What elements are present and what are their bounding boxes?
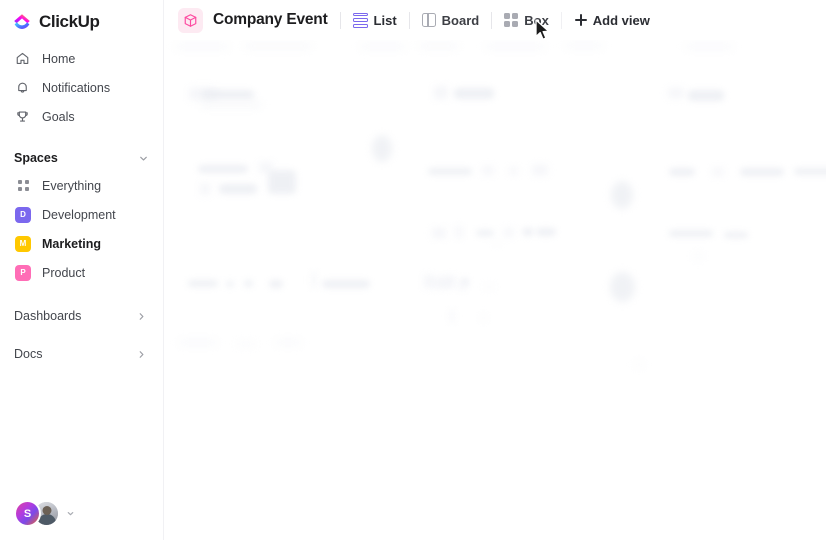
brand-name: ClickUp (39, 12, 100, 31)
sidebar-item-development[interactable]: D Development (0, 200, 163, 229)
page-title: Company Event (213, 11, 328, 28)
spaces-list: Everything D Development M Marketing P P… (0, 171, 163, 287)
blurred-content-placeholder (164, 40, 826, 540)
tab-label: List (373, 12, 397, 28)
sidebar-item-docs[interactable]: Docs (0, 339, 163, 369)
space-label: Product (42, 265, 86, 280)
tab-label: Box (524, 12, 549, 28)
tab-board[interactable]: Board (421, 8, 480, 33)
bell-icon (14, 80, 30, 96)
sidebar-item-notifications[interactable]: Notifications (0, 73, 163, 102)
board-columns-icon (421, 12, 436, 28)
tab-box[interactable]: Box (504, 8, 549, 33)
divider (339, 11, 341, 29)
space-badge-product: P (15, 264, 31, 281)
sidebar-item-label: Notifications (42, 80, 111, 95)
avatar-photo-head (42, 506, 51, 515)
space-label: Everything (42, 178, 102, 193)
grid-dots-icon (15, 178, 31, 194)
add-view-label: Add view (592, 12, 650, 28)
space-badge-marketing: M (15, 235, 31, 252)
sidebar-item-label: Home (42, 51, 76, 66)
home-icon (14, 51, 30, 67)
space-label: Marketing (42, 236, 102, 251)
tab-list[interactable]: List (352, 8, 397, 33)
list-rows-icon (352, 12, 368, 28)
main-area: Company Event List Board Box Add view (164, 0, 826, 540)
sidebar-item-goals[interactable]: Goals (0, 102, 163, 131)
divider (408, 11, 410, 29)
chevron-down-icon[interactable] (138, 153, 149, 164)
primary-nav: Home Notifications Goals (0, 44, 163, 131)
box-grid-icon (504, 13, 519, 27)
sidebar-item-everything[interactable]: Everything (0, 171, 163, 200)
tab-label: Board (441, 12, 480, 28)
add-view-button[interactable]: Add view (574, 8, 650, 33)
sidebar-item-home[interactable]: Home (0, 44, 163, 73)
cube-icon (178, 7, 203, 33)
avatar-current-user[interactable]: S (14, 500, 41, 527)
spaces-section-header[interactable]: Spaces (0, 145, 163, 171)
divider (560, 11, 562, 29)
chevron-right-icon[interactable] (136, 349, 147, 360)
sidebar-item-label: Docs (14, 347, 43, 361)
spaces-title: Spaces (14, 151, 58, 165)
chevron-down-icon[interactable] (66, 509, 75, 518)
space-badge-development: D (15, 206, 31, 223)
divider (491, 11, 493, 29)
clickup-logo-icon (12, 12, 32, 32)
space-label: Development (42, 207, 116, 222)
sidebar: ClickUp Home Notifications Goals Spaces … (0, 0, 164, 540)
clickup-app-window: ClickUp Home Notifications Goals Spaces … (0, 0, 826, 540)
sidebar-item-dashboards[interactable]: Dashboards (0, 301, 163, 331)
plus-icon (574, 13, 588, 27)
view-header-toolbar: Company Event List Board Box Add view (164, 0, 826, 40)
sidebar-item-label: Goals (42, 109, 75, 124)
chevron-right-icon[interactable] (136, 311, 147, 322)
trophy-icon (14, 109, 30, 125)
sidebar-item-marketing[interactable]: M Marketing (0, 229, 163, 258)
sidebar-item-product[interactable]: P Product (0, 258, 163, 287)
sidebar-item-label: Dashboards (14, 309, 82, 323)
brand-header[interactable]: ClickUp (0, 0, 163, 34)
sidebar-footer-avatars[interactable]: S (14, 500, 75, 527)
